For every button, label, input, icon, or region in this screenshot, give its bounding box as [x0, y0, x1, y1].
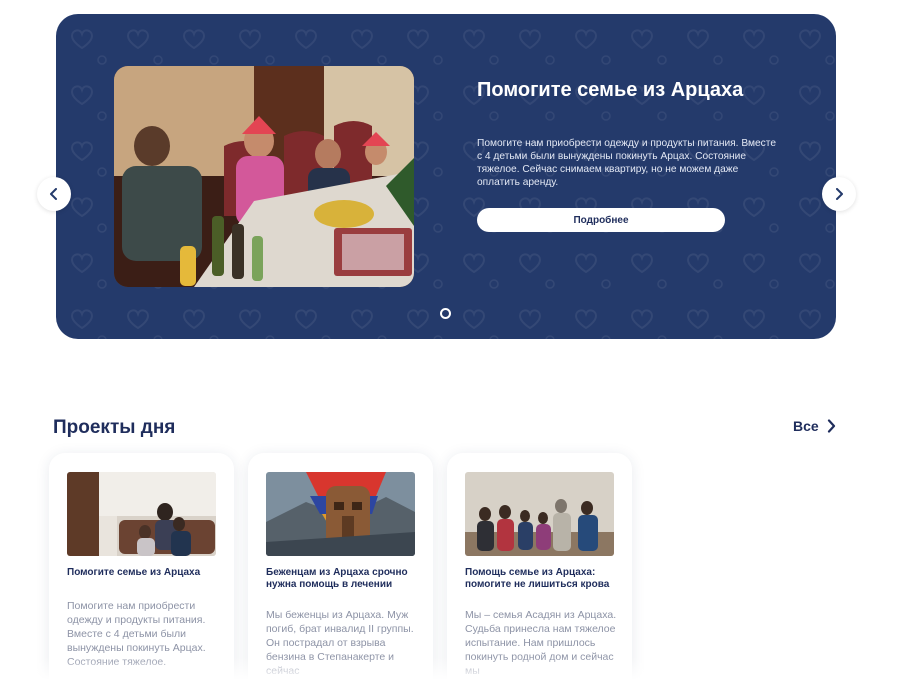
project-card-title: Помогите семье из Арцаха [67, 567, 201, 578]
see-all-link[interactable]: Все [793, 418, 836, 434]
project-card-image [465, 472, 614, 556]
project-card[interactable]: Помогите семье из Арцаха Помогите нам пр… [49, 453, 234, 679]
see-all-label: Все [793, 418, 819, 434]
projects-section-title: Проекты дня [53, 417, 176, 438]
bottom-fade [0, 657, 900, 679]
slider-next-button[interactable] [822, 177, 856, 211]
hero-description: Помогите нам приобрести одежду и продукт… [477, 138, 776, 188]
slider-dot-active[interactable] [440, 308, 451, 319]
chevron-left-icon [50, 188, 57, 200]
hero-title: Помогите семье из Арцаха [477, 79, 744, 101]
project-card-image [266, 472, 415, 556]
slider-prev-button[interactable] [37, 177, 71, 211]
project-card-image [67, 472, 216, 556]
chevron-right-icon [827, 419, 835, 433]
project-card-title: Помощь семье из Арцаха: помогите не лиши… [465, 567, 610, 590]
hero-slider: Помогите семье из Арцаха Помогите нам пр… [56, 14, 836, 339]
project-card[interactable]: Помощь семье из Арцаха: помогите не лиши… [447, 453, 632, 679]
project-card[interactable]: Беженцам из Арцаха срочно нужна помощь в… [248, 453, 433, 679]
hero-photo [114, 66, 414, 287]
hero-details-button[interactable]: Подробнее [477, 208, 725, 232]
chevron-right-icon [836, 188, 843, 200]
project-card-title: Беженцам из Арцаха срочно нужна помощь в… [266, 567, 408, 590]
